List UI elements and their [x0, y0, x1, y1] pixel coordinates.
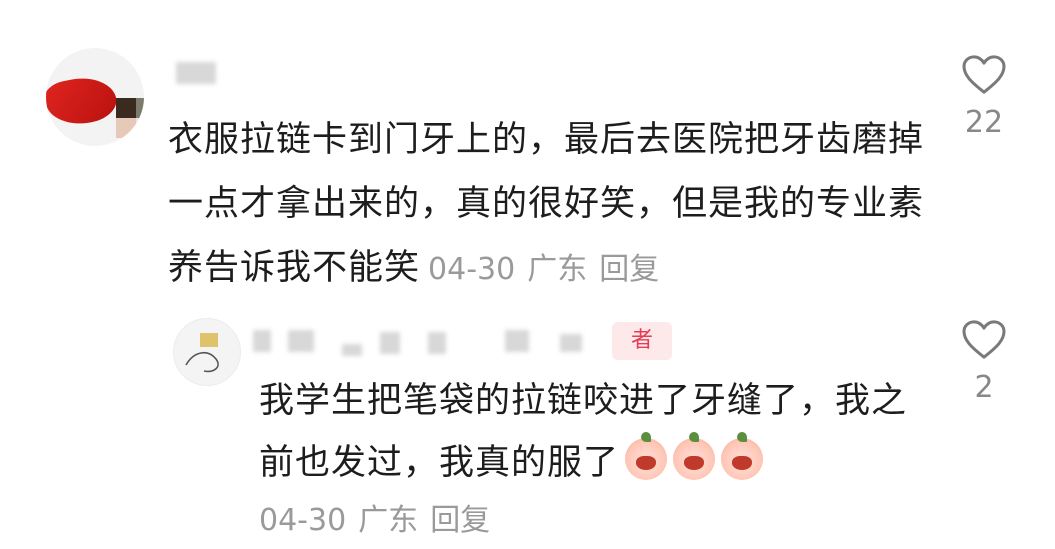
heart-icon[interactable]: [961, 320, 1007, 360]
comment-reply-button[interactable]: 回复: [599, 252, 659, 287]
author-badge: 者: [612, 322, 672, 360]
commenter-name-blurred[interactable]: [176, 62, 216, 84]
heart-icon[interactable]: [961, 55, 1007, 95]
comment-location: 广东: [527, 252, 588, 287]
crying-emoji-icon: [673, 432, 716, 480]
reply-time: 04-30: [259, 503, 347, 538]
reply-location: 广东: [358, 503, 419, 538]
replier-name-blurred[interactable]: [253, 330, 271, 352]
reply-reply-button[interactable]: 回复: [430, 503, 490, 538]
replier-avatar[interactable]: [173, 318, 241, 386]
crying-emoji-icon: [625, 432, 668, 480]
comment-like[interactable]: 22: [959, 55, 1009, 140]
comment-like-count: 22: [964, 105, 1004, 140]
reply-like-count: 2: [974, 370, 994, 405]
reply-body: 我学生把笔袋的拉链咬进了牙缝了，我之前也发过，我真的服了: [259, 381, 908, 483]
reply-meta: 04-30 广东 回复: [259, 495, 490, 539]
comment-meta: 04-30 广东 回复: [428, 252, 659, 287]
crying-emoji-icon: [721, 432, 764, 480]
reply-like[interactable]: 2: [959, 320, 1009, 405]
reply-text: 我学生把笔袋的拉链咬进了牙缝了，我之前也发过，我真的服了: [259, 370, 919, 494]
comment-text: 衣服拉链卡到门牙上的，最后去医院把牙齿磨掉一点才拿出来的，真的很好笑，但是我的专…: [168, 108, 928, 302]
comment-time: 04-30: [428, 252, 516, 287]
commenter-avatar[interactable]: [46, 48, 144, 146]
